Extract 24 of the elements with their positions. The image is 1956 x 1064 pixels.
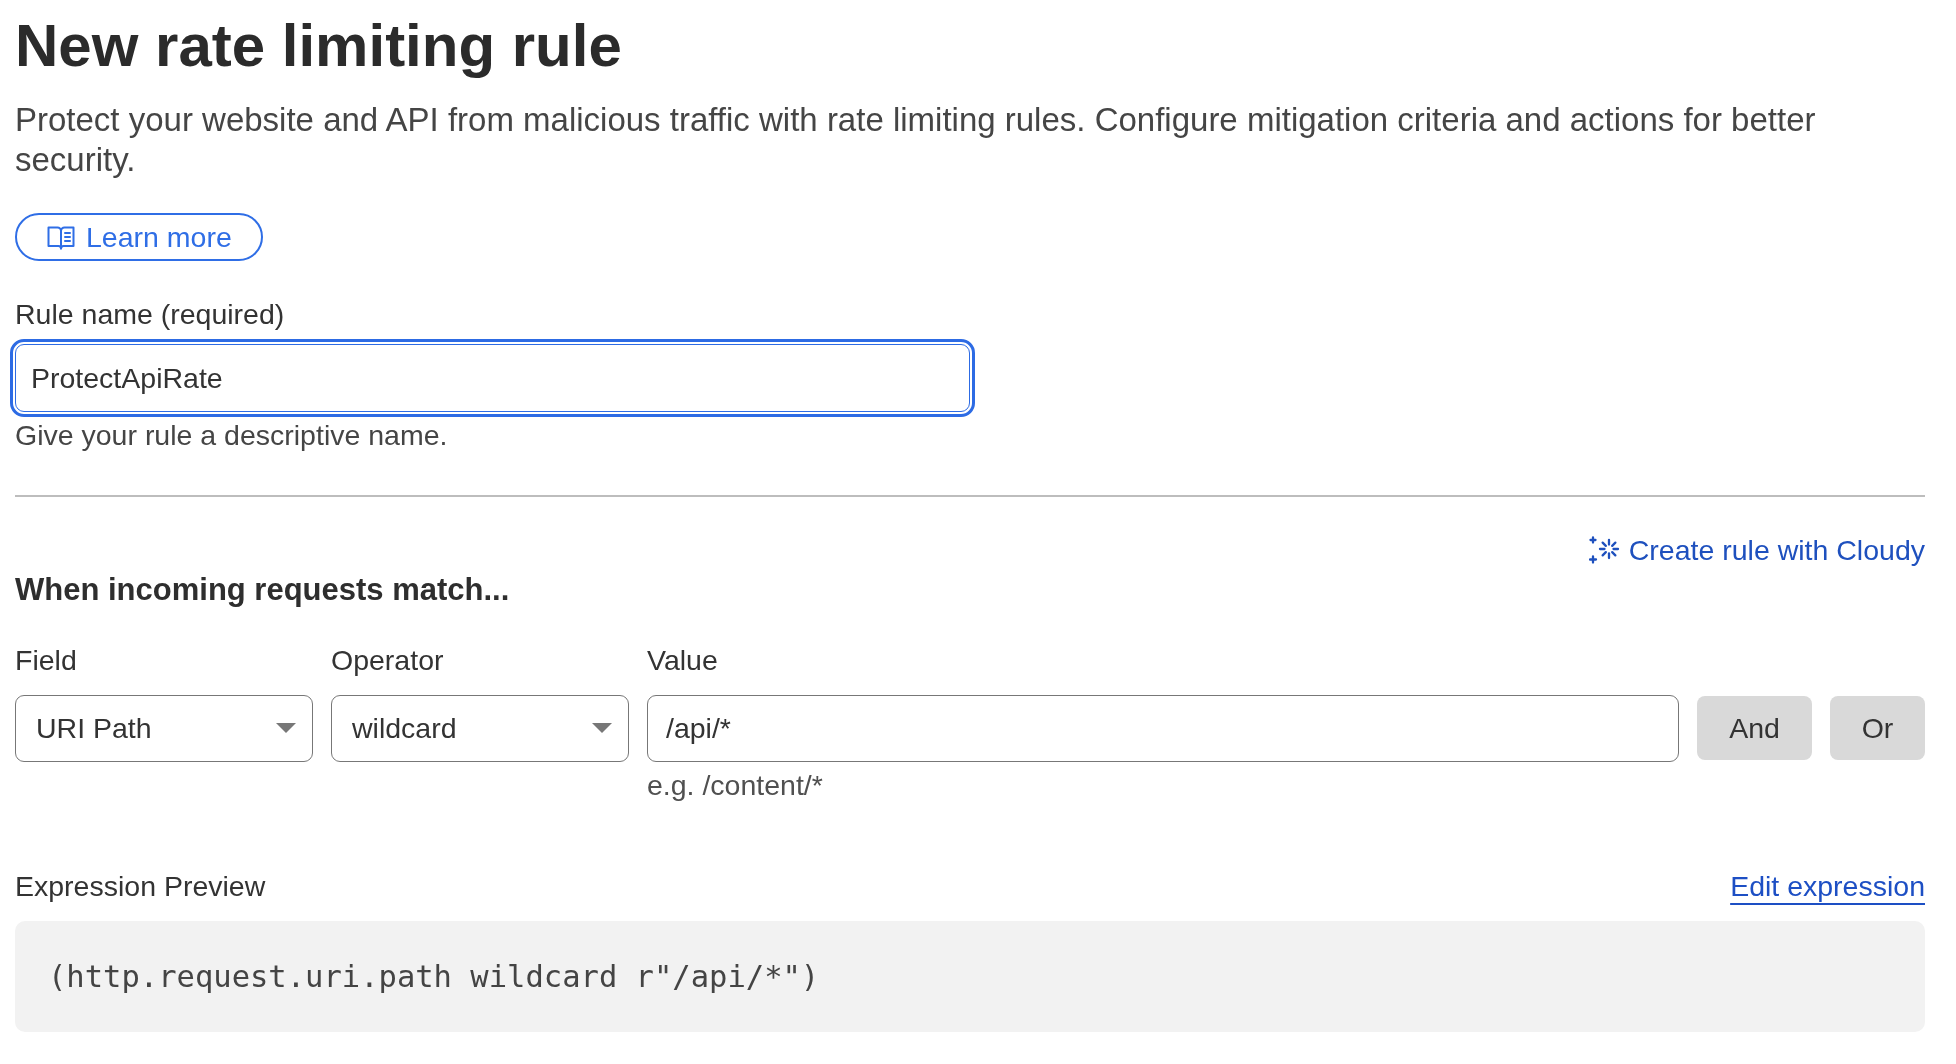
sparkle-icon (1588, 535, 1620, 564)
book-icon (47, 224, 75, 250)
hint-text: e.g. /content/* (647, 767, 824, 803)
field-label: Field (15, 642, 78, 678)
caret-icon (592, 723, 612, 733)
helper-text: Give your rule a descriptive name. (15, 418, 449, 453)
value-input[interactable]: /api/* (647, 694, 1679, 762)
expression-label: Expression Preview (15, 868, 266, 904)
field-label: Value (647, 642, 719, 678)
section-heading: When incoming requests match... (15, 571, 511, 608)
field-label: Operator (331, 642, 445, 678)
logic-button[interactable]: And (1697, 696, 1812, 760)
edit-expression-link[interactable]: Edit expression (1730, 867, 1925, 904)
page-title: New rate limiting rule (15, 11, 623, 81)
dropdown-select[interactable]: wildcard (331, 694, 629, 762)
logic-button[interactable]: Or (1830, 696, 1925, 760)
page-description: Protect your website and API from malicious traffic with rate limiting rules. Configure mitigation criteria and actions for better security. (15, 100, 1817, 180)
caret-icon (276, 723, 296, 733)
dropdown-select[interactable]: URI Path (15, 694, 313, 762)
expression-code-block: (http.request.uri.path wildcard r"/api/*") (15, 920, 1925, 1032)
learn-more-button[interactable]: Learn more (15, 213, 263, 261)
create-with-cloudy-link[interactable]: Create rule with Cloudy (1588, 531, 1925, 568)
field-label: Rule name (required) (15, 297, 286, 332)
rule-name-field[interactable]: ProtectApiRate (10, 339, 975, 417)
